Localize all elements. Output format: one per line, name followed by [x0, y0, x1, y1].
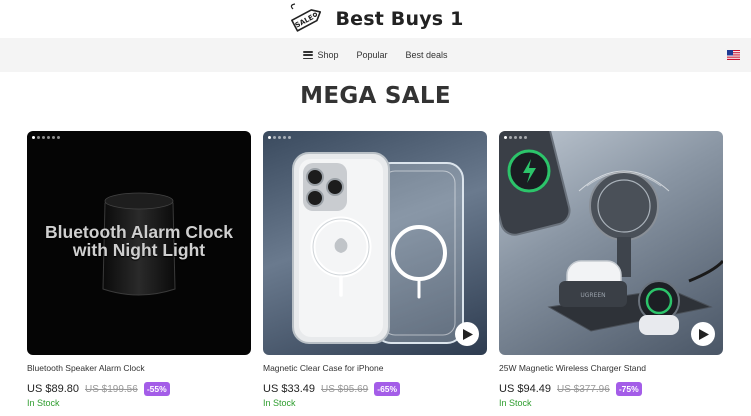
product-image[interactable]: UGREEN — [499, 131, 723, 355]
site-title[interactable]: Best Buys 1 — [335, 8, 463, 30]
carousel-dots[interactable] — [268, 136, 291, 139]
product-grid: Bluetooth Alarm Clock with Night Light B… — [27, 131, 723, 408]
phone-case-illustration — [292, 152, 464, 344]
charger-stand-illustration: UGREEN — [499, 131, 723, 335]
carousel-dots[interactable] — [504, 136, 527, 139]
play-icon — [699, 328, 709, 340]
play-icon — [463, 328, 473, 340]
carousel-dots[interactable] — [32, 136, 60, 139]
original-price: US $95.69 — [320, 383, 369, 395]
product-image[interactable]: Bluetooth Alarm Clock with Night Light — [27, 131, 251, 355]
current-price: US $89.80 — [27, 383, 79, 395]
nav-shop[interactable]: Shop — [303, 50, 338, 60]
site-header: SALE Best Buys 1 — [0, 0, 751, 38]
sale-tag-icon[interactable]: SALE — [287, 3, 327, 35]
stock-status: In Stock — [499, 398, 532, 408]
nav-best-deals[interactable]: Best deals — [406, 50, 448, 60]
nav-shop-label: Shop — [317, 50, 339, 60]
menu-icon — [303, 51, 314, 59]
page-title: MEGA SALE — [300, 83, 451, 109]
product-title[interactable]: Magnetic Clear Case for iPhone — [263, 363, 487, 374]
price-row: US $33.49 US $95.69 -65% — [263, 382, 487, 396]
nav-best-deals-label: Best deals — [405, 50, 448, 60]
original-price: US $377.96 — [556, 383, 610, 395]
main-nav: Shop Popular Best deals — [0, 38, 751, 72]
current-price: US $33.49 — [263, 383, 315, 395]
nav-popular-label: Popular — [356, 50, 388, 60]
play-video-button[interactable] — [691, 322, 715, 346]
play-video-button[interactable] — [455, 322, 479, 346]
price-row: US $89.80 US $199.56 -55% — [27, 382, 251, 396]
product-card[interactable]: Bluetooth Alarm Clock with Night Light B… — [27, 131, 251, 408]
discount-badge: -65% — [374, 382, 401, 396]
image-caption: Bluetooth Alarm Clock with Night Light — [45, 222, 233, 260]
current-price: US $94.49 — [499, 383, 551, 395]
price-row: US $94.49 US $377.96 -75% — [499, 382, 723, 396]
product-card[interactable]: Magnetic Clear Case for iPhone US $33.49… — [263, 131, 487, 408]
svg-text:UGREEN: UGREEN — [580, 292, 605, 299]
product-title[interactable]: Bluetooth Speaker Alarm Clock — [27, 363, 251, 374]
discount-badge: -75% — [615, 382, 642, 396]
original-price: US $199.56 — [84, 383, 138, 395]
discount-badge: -55% — [143, 382, 170, 396]
nav-popular[interactable]: Popular — [356, 50, 387, 60]
product-card[interactable]: UGREEN 25W Magnetic Wireless Charger Sta… — [499, 131, 723, 408]
stock-status: In Stock — [263, 398, 296, 408]
product-image[interactable] — [263, 131, 487, 355]
product-title[interactable]: 25W Magnetic Wireless Charger Stand — [499, 363, 723, 374]
stock-status: In Stock — [27, 398, 60, 408]
us-flag-icon[interactable] — [727, 50, 740, 60]
